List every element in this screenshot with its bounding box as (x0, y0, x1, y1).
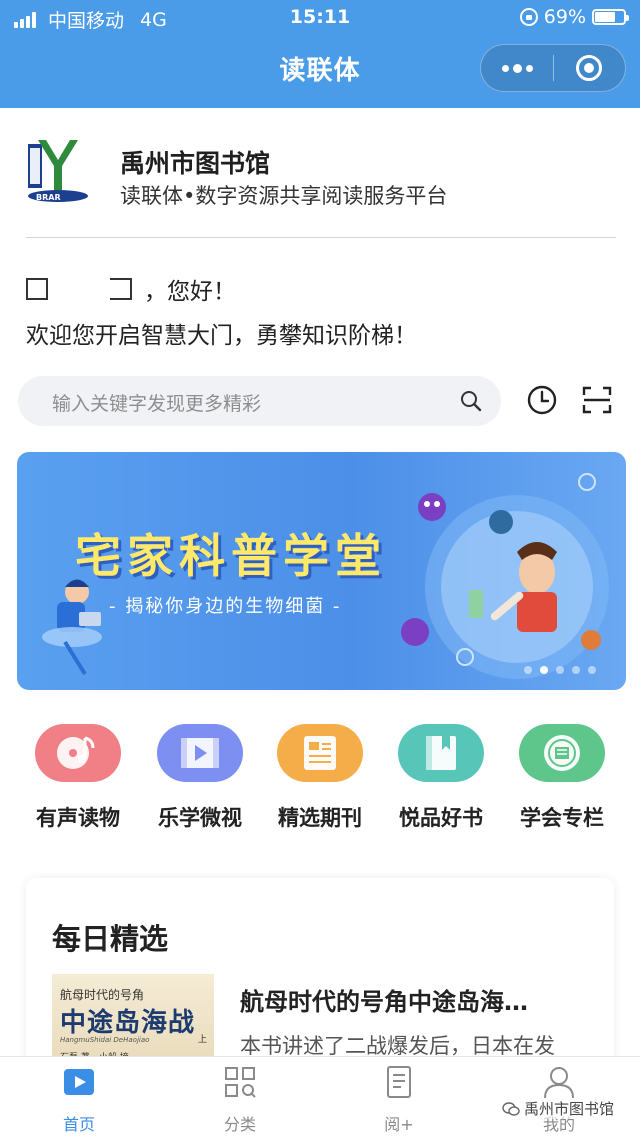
status-bar: 中国移动 4G 15:11 69% (0, 0, 640, 36)
history-clock-icon[interactable] (526, 384, 558, 416)
emblem-icon[interactable] (519, 724, 605, 782)
promo-banner[interactable]: 宅家科普学堂 - 揭秘你身边的生物细菌 - (17, 452, 626, 690)
tab-label: 阅+ (384, 1115, 414, 1134)
battery-percent: 69% (543, 6, 586, 28)
category-label: 学会专栏 (520, 806, 604, 830)
top-header: 中国移动 4G 15:11 69% 读联体 (0, 0, 640, 108)
carousel-dot[interactable] (588, 666, 596, 674)
battery-icon (592, 9, 629, 25)
home-icon (64, 1069, 94, 1095)
carousel-dot[interactable] (572, 666, 580, 674)
tab-label: 分类 (223, 1115, 256, 1134)
tab-reading[interactable]: 阅+ (349, 1065, 449, 1135)
greeting-text: ，您好！ (144, 279, 236, 305)
placeholder-glyph (110, 278, 132, 300)
library-logo: BRAR (28, 140, 88, 202)
cover-pinyin: HangmuShidai DeHaojiao (60, 1036, 150, 1044)
category-label: 有声读物 (36, 806, 120, 830)
svg-text:BRAR: BRAR (36, 193, 61, 202)
carousel-dot[interactable] (556, 666, 564, 674)
scan-icon[interactable] (581, 384, 613, 416)
cover-volume: 上 (198, 1035, 208, 1045)
search-icon[interactable] (459, 389, 483, 413)
reading-icon (387, 1066, 411, 1098)
banner-subtitle: - 揭秘你身边的生物细菌 - (109, 596, 342, 617)
tab-category[interactable]: 分类 (190, 1065, 290, 1135)
book-title[interactable]: 航母时代的号角中途岛海… (240, 982, 528, 1017)
carousel-dot[interactable] (524, 666, 532, 674)
carousel-dots (524, 666, 596, 674)
category-label: 精选期刊 (278, 806, 362, 830)
audio-disc-icon[interactable] (35, 724, 121, 782)
carousel-dot[interactable] (540, 666, 548, 674)
bottom-tab-bar: 首页 分类 阅+ 我的 (0, 1056, 640, 1138)
profile-icon (544, 1067, 574, 1099)
wechat-icon (502, 1101, 520, 1116)
book-icon[interactable] (398, 724, 484, 782)
cover-title: 中途岛海战 (60, 1008, 196, 1038)
close-miniprogram-button[interactable] (554, 44, 625, 92)
cover-series: 航母时代的号角 (60, 988, 145, 1002)
category-grid-icon (225, 1067, 256, 1098)
category-1[interactable]: 有声读物 (18, 724, 138, 832)
video-icon[interactable] (157, 724, 243, 782)
wechat-watermark: 禹州市图书馆 (502, 1098, 615, 1119)
tab-home[interactable]: 首页 (29, 1065, 129, 1135)
placeholder-glyph (26, 278, 48, 300)
category-row: 有声读物 乐学微视 精选期刊 悦品好书 学会专栏 (0, 724, 640, 844)
section-title: 每日精选 (52, 922, 169, 956)
category-label: 悦品好书 (399, 806, 483, 830)
greeting-line: ，您好！ (26, 272, 236, 306)
library-header: BRAR 禹州市图书馆 读联体•数字资源共享阅读服务平台 (24, 136, 616, 220)
search-bar[interactable]: 输入关键字发现更多精彩 (18, 376, 501, 426)
category-3[interactable]: 精选期刊 (260, 724, 380, 832)
miniprogram-capsule (480, 44, 626, 92)
category-2[interactable]: 乐学微视 (140, 724, 260, 832)
welcome-text: 欢迎您开启智慧大门，勇攀知识阶梯！ (26, 323, 417, 349)
journal-icon[interactable] (277, 724, 363, 782)
library-subtitle: 读联体•数字资源共享阅读服务平台 (120, 184, 448, 208)
target-icon (576, 55, 603, 81)
library-name: 禹州市图书馆 (120, 149, 271, 178)
rotation-lock-icon (519, 8, 538, 26)
category-5[interactable]: 学会专栏 (502, 724, 622, 832)
banner-title: 宅家科普学堂 (75, 529, 387, 583)
watermark-text: 禹州市图书馆 (524, 1100, 615, 1118)
category-4[interactable]: 悦品好书 (381, 724, 501, 832)
header-divider (26, 237, 616, 238)
tab-label: 首页 (62, 1115, 95, 1134)
search-placeholder: 输入关键字发现更多精彩 (52, 393, 262, 415)
more-menu-button[interactable] (481, 44, 553, 92)
category-label: 乐学微视 (158, 806, 242, 830)
main-content: BRAR 禹州市图书馆 读联体•数字资源共享阅读服务平台 ，您好！ 欢迎您开启智… (0, 108, 640, 1118)
